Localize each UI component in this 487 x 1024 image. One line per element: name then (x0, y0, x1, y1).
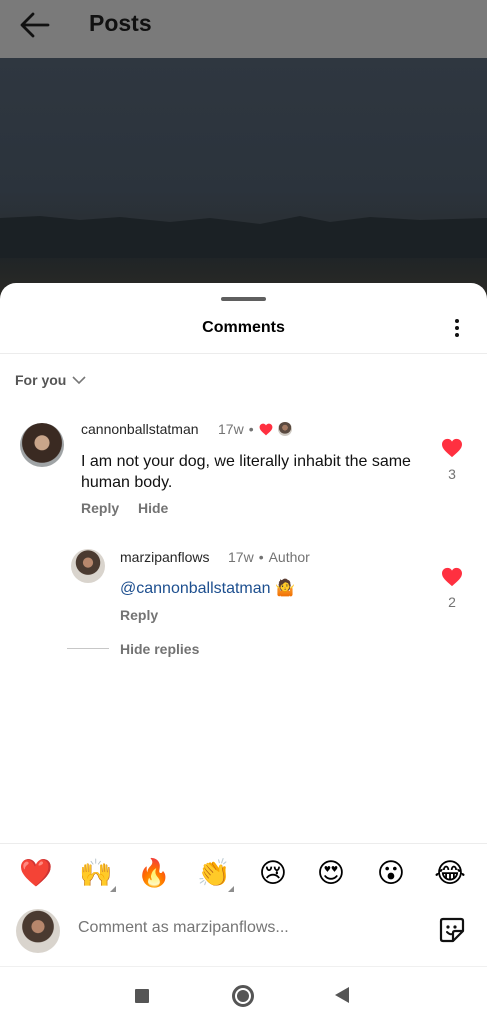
back-triangle-icon[interactable] (335, 987, 349, 1003)
reaction-raising-hands[interactable]: 🙌 (78, 858, 116, 892)
reaction-surprised[interactable]: 😮 (373, 858, 409, 890)
author-mini-avatar (277, 422, 292, 436)
reply-time: 17w (228, 549, 254, 565)
author-liked-heart-icon (259, 423, 273, 435)
shrug-emoji: 🤷 (275, 580, 295, 597)
mention-link[interactable]: @cannonballstatman (120, 580, 271, 597)
reply-button[interactable]: Reply (120, 607, 158, 623)
post-photo (0, 58, 487, 298)
more-options-icon[interactable] (447, 317, 467, 341)
comment-time: 17w (218, 421, 244, 437)
skin-tone-indicator (228, 886, 234, 892)
reply-username[interactable]: marzipanflows (120, 549, 209, 565)
meta-dot: • (258, 549, 264, 565)
comment-text: I am not your dog, we literally inhabit … (81, 453, 411, 491)
reply-button[interactable]: Reply (81, 500, 119, 516)
system-nav-bar (0, 966, 487, 1024)
meta-dot: • (248, 421, 254, 437)
posts-header: Posts (0, 0, 487, 58)
comment-input[interactable] (78, 919, 418, 937)
recent-apps-icon[interactable] (135, 989, 149, 1003)
reaction-clapping[interactable]: 👏 (196, 858, 234, 892)
skin-tone-indicator (110, 886, 116, 892)
comment-composer-area: ❤️ 🙌 🔥 👏 😢 😍 😮 😂 (0, 843, 487, 966)
composer-avatar (16, 909, 60, 953)
filter-label: For you (15, 372, 67, 388)
sort-filter-dropdown[interactable]: For you (15, 372, 86, 388)
reaction-crying[interactable]: 😢 (255, 858, 291, 890)
author-badge: Author (268, 549, 310, 565)
comment-meta: 17w • (218, 421, 292, 437)
like-count: 2 (448, 594, 456, 610)
reaction-raising-hands-glyph: 🙌 (79, 858, 113, 889)
reaction-heart[interactable]: ❤️ (18, 858, 54, 890)
chevron-down-icon (72, 376, 86, 385)
header-divider (0, 353, 487, 354)
reaction-heart-eyes[interactable]: 😍 (313, 858, 349, 890)
arrow-left-icon[interactable] (18, 10, 52, 40)
reaction-clapping-glyph: 👏 (197, 858, 231, 889)
hide-replies-button[interactable]: Hide replies (120, 641, 199, 657)
page-title: Posts (89, 10, 152, 36)
reply-text: @cannonballstatman 🤷 (120, 578, 295, 599)
like-count: 3 (448, 466, 456, 482)
horizon-treeline (0, 216, 487, 258)
replies-divider-line (67, 648, 109, 649)
home-icon[interactable] (232, 985, 254, 1007)
reaction-fire[interactable]: 🔥 (136, 858, 172, 890)
reply-meta: 17w • Author (228, 549, 310, 565)
drag-handle[interactable] (221, 297, 266, 301)
sticker-icon[interactable] (438, 916, 466, 944)
avatar[interactable] (71, 549, 105, 583)
sheet-title: Comments (202, 319, 285, 336)
reaction-laughing[interactable]: 😂 (432, 858, 468, 890)
like-heart-icon[interactable] (441, 567, 463, 587)
hide-button[interactable]: Hide (138, 500, 168, 516)
like-heart-icon[interactable] (441, 438, 463, 458)
comment-username[interactable]: cannonballstatman (81, 421, 199, 437)
avatar[interactable] (20, 423, 64, 467)
